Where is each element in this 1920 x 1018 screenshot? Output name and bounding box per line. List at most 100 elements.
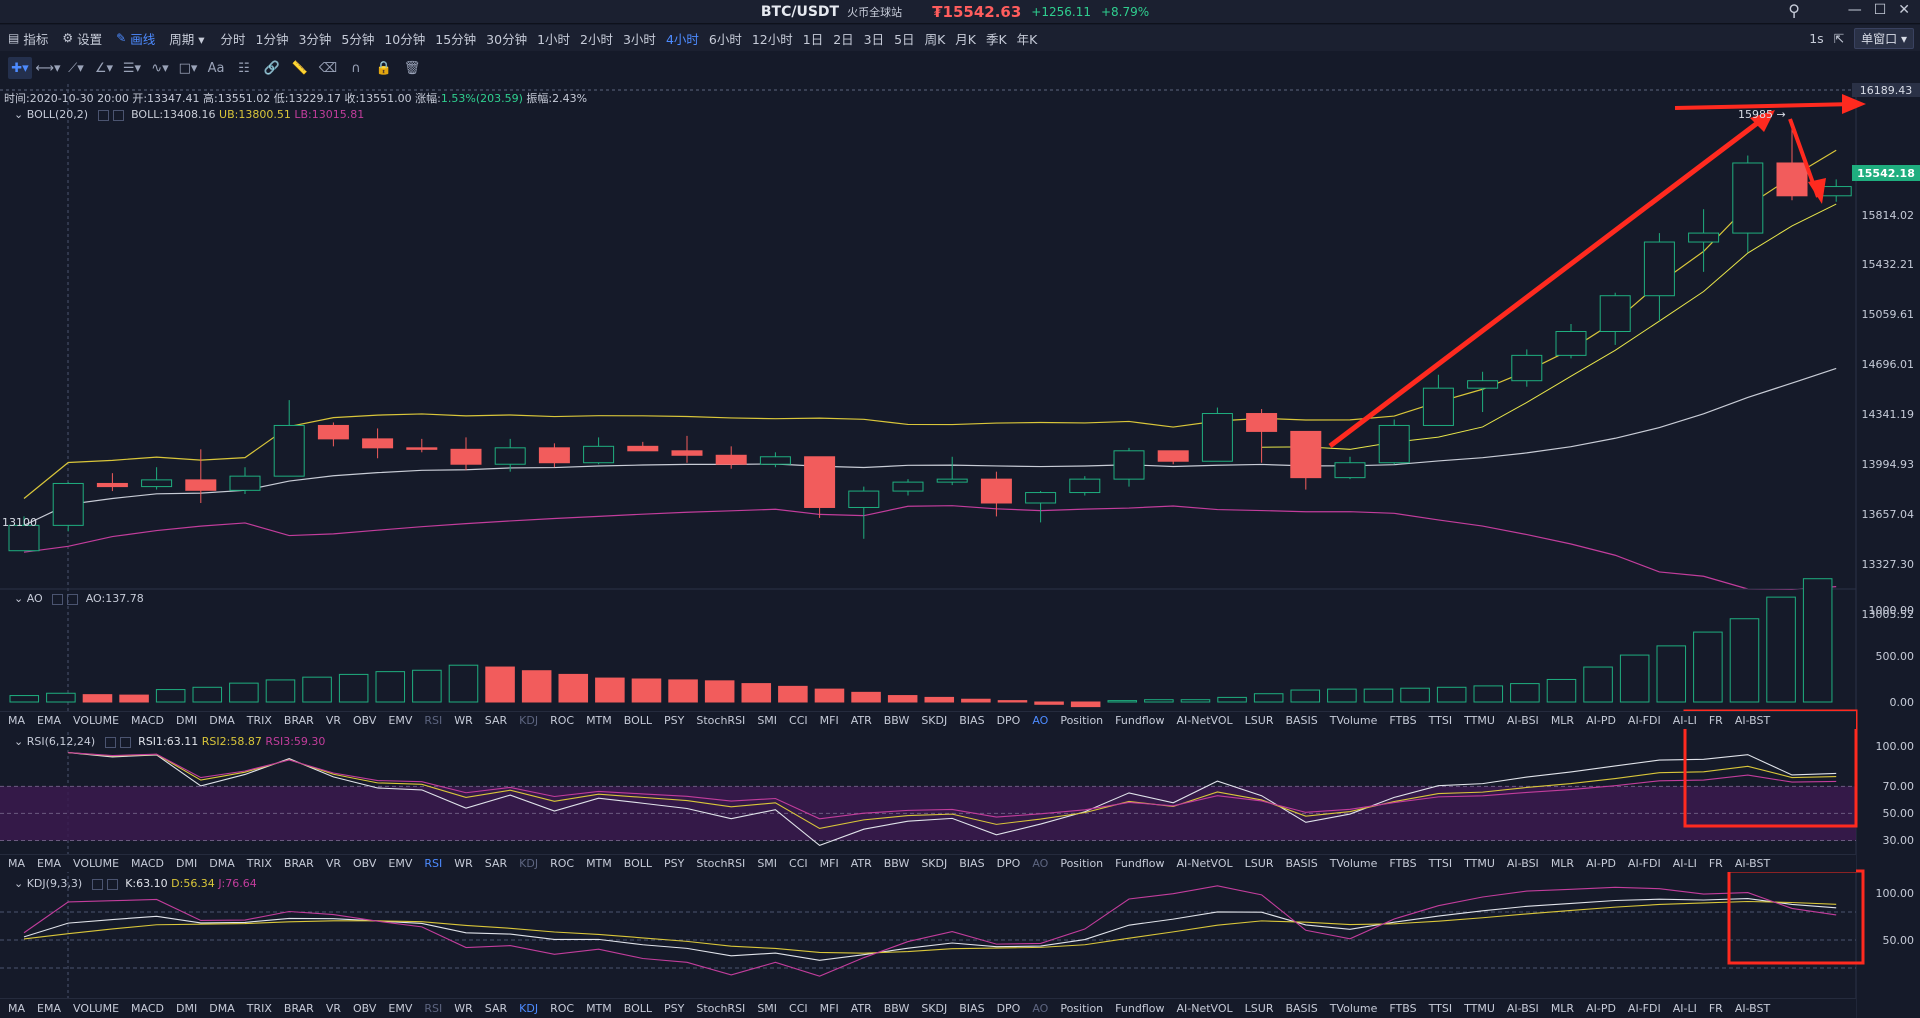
indicator-tab-dmi[interactable]: DMI <box>176 1002 197 1015</box>
period-9[interactable]: 3小时 <box>623 29 656 48</box>
fib-icon[interactable]: ☷ <box>232 57 256 79</box>
indicator-tab-stochrsi[interactable]: StochRSI <box>696 857 745 870</box>
indicator-tab-mtm[interactable]: MTM <box>586 1002 612 1015</box>
indicator-tab-ai-bsi[interactable]: AI-BSI <box>1507 714 1539 727</box>
period-dropdown[interactable]: 周期 ▾ <box>169 29 204 48</box>
indicator-tab-rsi[interactable]: RSI <box>424 857 442 870</box>
collapse-icon[interactable]: ⌄ <box>14 735 23 748</box>
indicator-tab-brar[interactable]: BRAR <box>284 1002 314 1015</box>
period-3[interactable]: 5分钟 <box>341 29 374 48</box>
indicator-tab-skdj[interactable]: SKDJ <box>921 1002 947 1015</box>
indicator-tab-bbw[interactable]: BBW <box>884 1002 910 1015</box>
indicator-tab-position[interactable]: Position <box>1060 714 1103 727</box>
close-box-icon[interactable] <box>67 593 79 605</box>
period-1[interactable]: 1分钟 <box>256 29 289 48</box>
indicator-tab-tvolume[interactable]: TVolume <box>1330 857 1378 870</box>
indicator-tab-fundflow[interactable]: Fundflow <box>1115 714 1164 727</box>
indicator-tab-ttsi[interactable]: TTSI <box>1429 1002 1452 1015</box>
indicator-button[interactable]: ▤ 指标 <box>8 29 48 48</box>
indicator-tab-kdj[interactable]: KDJ <box>519 1002 538 1015</box>
indicator-tab-dma[interactable]: DMA <box>209 1002 235 1015</box>
indicator-tab-ftbs[interactable]: FTBS <box>1389 714 1416 727</box>
close-box-icon[interactable] <box>106 878 118 890</box>
indicator-tab-bias[interactable]: BIAS <box>959 714 984 727</box>
indicator-tab-atr[interactable]: ATR <box>851 1002 872 1015</box>
indicator-tab-tvolume[interactable]: TVolume <box>1330 1002 1378 1015</box>
indicator-tab-macd[interactable]: MACD <box>131 1002 164 1015</box>
indicator-tab-sar[interactable]: SAR <box>485 857 507 870</box>
indicator-tab-psy[interactable]: PSY <box>664 857 684 870</box>
indicator-tab-roc[interactable]: ROC <box>550 714 574 727</box>
indicator-tab-ai-li[interactable]: AI-LI <box>1673 714 1697 727</box>
indicator-tab-ttmu[interactable]: TTMU <box>1464 857 1495 870</box>
indicator-tab-sar[interactable]: SAR <box>485 1002 507 1015</box>
indicator-tab-ai-netvol[interactable]: AI-NetVOL <box>1176 857 1232 870</box>
interval-label[interactable]: 1s <box>1809 31 1823 46</box>
indicator-tab-ai-bsi[interactable]: AI-BSI <box>1507 857 1539 870</box>
indicator-tab-vr[interactable]: VR <box>326 714 341 727</box>
indicator-tab-lsur[interactable]: LSUR <box>1245 714 1274 727</box>
period-4[interactable]: 10分钟 <box>384 29 425 48</box>
search-icon[interactable]: ⚲ <box>1788 1 1800 20</box>
indicator-tab-ao[interactable]: AO <box>1032 714 1048 727</box>
period-8[interactable]: 2小时 <box>580 29 613 48</box>
indicator-tab-volume[interactable]: VOLUME <box>73 857 119 870</box>
indicator-tab-mfi[interactable]: MFI <box>820 857 839 870</box>
indicator-tab-basis[interactable]: BASIS <box>1285 714 1317 727</box>
indicator-tab-lsur[interactable]: LSUR <box>1245 857 1274 870</box>
horizontal-line-icon[interactable]: ⟷▾ <box>35 57 60 79</box>
indicator-tab-ttsi[interactable]: TTSI <box>1429 714 1452 727</box>
indicator-tab-kdj[interactable]: KDJ <box>519 714 538 727</box>
indicator-tab-obv[interactable]: OBV <box>353 714 376 727</box>
period-19[interactable]: 季K <box>986 29 1007 48</box>
indicator-tab-emv[interactable]: EMV <box>388 1002 412 1015</box>
lock-icon[interactable]: 🔒 <box>372 57 396 79</box>
indicator-tab-kdj[interactable]: KDJ <box>519 857 538 870</box>
period-17[interactable]: 周K <box>925 29 946 48</box>
indicator-tab-rsi[interactable]: RSI <box>424 1002 442 1015</box>
indicator-tab-smi[interactable]: SMI <box>757 857 777 870</box>
indicator-tab-ema[interactable]: EMA <box>37 1002 61 1015</box>
eraser-icon[interactable]: ⌫ <box>316 57 340 79</box>
indicator-tab-basis[interactable]: BASIS <box>1285 857 1317 870</box>
indicator-tab-fr[interactable]: FR <box>1709 857 1723 870</box>
indicator-tab-brar[interactable]: BRAR <box>284 714 314 727</box>
indicator-tab-ao[interactable]: AO <box>1032 1002 1048 1015</box>
indicator-tab-ai-pd[interactable]: AI-PD <box>1586 1002 1616 1015</box>
indicator-tab-bias[interactable]: BIAS <box>959 1002 984 1015</box>
candle[interactable] <box>1201 407 1233 462</box>
popout-icon[interactable]: ⇱ <box>1834 31 1844 46</box>
indicator-tab-bbw[interactable]: BBW <box>884 857 910 870</box>
indicator-tab-dpo[interactable]: DPO <box>997 714 1021 727</box>
indicator-tab-skdj[interactable]: SKDJ <box>921 857 947 870</box>
text-icon[interactable]: Aa <box>204 57 228 79</box>
angle-icon[interactable]: ∠▾ <box>92 57 116 79</box>
indicator-tab-fr[interactable]: FR <box>1709 714 1723 727</box>
indicator-tab-wr[interactable]: WR <box>454 857 473 870</box>
indicator-tab-macd[interactable]: MACD <box>131 857 164 870</box>
indicator-tab-tvolume[interactable]: TVolume <box>1330 714 1378 727</box>
indicator-tab-ai-netvol[interactable]: AI-NetVOL <box>1176 1002 1232 1015</box>
indicator-tab-atr[interactable]: ATR <box>851 857 872 870</box>
indicator-tab-ma[interactable]: MA <box>8 857 25 870</box>
indicator-tab-ai-bst[interactable]: AI-BST <box>1735 1002 1770 1015</box>
period-18[interactable]: 月K <box>955 29 976 48</box>
indicator-tab-wr[interactable]: WR <box>454 1002 473 1015</box>
indicator-tab-ai-bst[interactable]: AI-BST <box>1735 714 1770 727</box>
indicator-tab-ai-bsi[interactable]: AI-BSI <box>1507 1002 1539 1015</box>
indicator-tab-fundflow[interactable]: Fundflow <box>1115 857 1164 870</box>
indicator-tab-dma[interactable]: DMA <box>209 857 235 870</box>
indicator-tab-roc[interactable]: ROC <box>550 857 574 870</box>
indicator-tab-psy[interactable]: PSY <box>664 714 684 727</box>
indicator-tab-ema[interactable]: EMA <box>37 714 61 727</box>
indicator-tab-lsur[interactable]: LSUR <box>1245 1002 1274 1015</box>
minimize-button[interactable]: — <box>1848 2 1862 18</box>
indicator-tab-skdj[interactable]: SKDJ <box>921 714 947 727</box>
settings-box-icon[interactable] <box>97 109 109 121</box>
indicator-tab-cci[interactable]: CCI <box>789 857 808 870</box>
period-12[interactable]: 12小时 <box>752 29 793 48</box>
indicator-tab-volume[interactable]: VOLUME <box>73 1002 119 1015</box>
maximize-button[interactable]: ☐ <box>1874 2 1887 18</box>
indicator-tab-stochrsi[interactable]: StochRSI <box>696 1002 745 1015</box>
indicator-tab-ai-fdi[interactable]: AI-FDI <box>1628 857 1661 870</box>
